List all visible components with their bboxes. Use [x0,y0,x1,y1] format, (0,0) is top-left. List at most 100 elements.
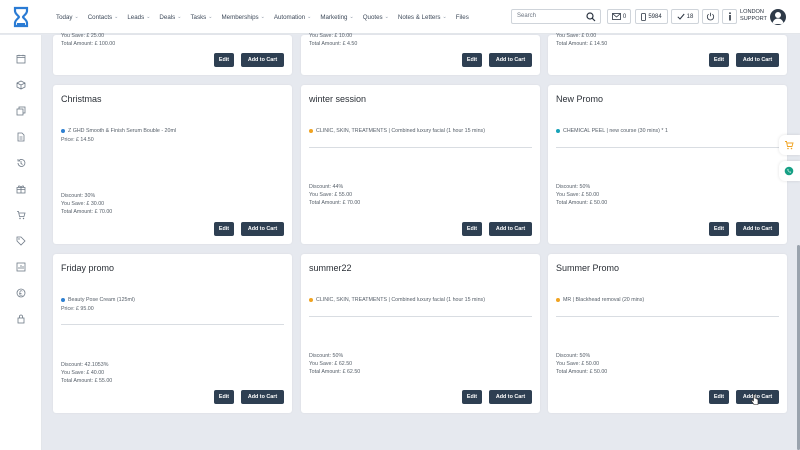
discount-text: Discount: 50% [309,353,344,359]
chevron-down-icon: ⌄ [177,14,182,20]
cart-icon[interactable] [16,210,26,220]
chevron-down-icon: ⌄ [260,14,265,20]
promo-card: You Save: £ 10.00 Total Amount: £ 4.50 E… [301,33,540,75]
price-text: Price: £ 95.00 [61,306,94,312]
user-icon [772,12,784,24]
nav-marketing[interactable]: Marketing ⌄ [320,14,353,21]
discount-text: Discount: 30% [61,193,96,199]
edit-button[interactable]: Edit [709,390,729,404]
edit-button[interactable]: Edit [214,53,234,67]
avatar[interactable] [770,9,786,25]
pound-coin-icon[interactable] [16,288,26,298]
nav-notes-letters[interactable]: Notes & Letters ⌄ [398,14,447,21]
edit-button[interactable]: Edit [462,53,482,67]
nav-automation[interactable]: Automation ⌄ [274,14,312,21]
chevron-down-icon: ⌄ [114,14,119,20]
chevron-down-icon: ⌄ [208,14,213,20]
nav-contacts[interactable]: Contacts ⌄ [88,14,119,21]
promo-card: You Save: £ 0.00 Total Amount: £ 14.50 E… [548,33,787,75]
box-icon[interactable] [16,80,26,90]
add-to-cart-button[interactable]: Add to Cart [489,53,532,67]
nav-today[interactable]: Today ⌄ [56,14,79,21]
promo-card-summer-promo: Summer Promo MR | Blackhead removal (20 … [548,254,787,413]
status-dot [61,298,65,302]
sidebar [0,35,42,450]
you-save-text: You Save: £ 55.00 [309,192,353,198]
info-button[interactable] [722,9,737,24]
nav-deals[interactable]: Deals ⌄ [159,14,181,21]
divider [309,147,532,148]
messages-button[interactable]: 0 [607,9,631,24]
chevron-down-icon: ⌄ [349,14,354,20]
promo-item: MR | Blackhead removal (20 mins) [556,297,644,303]
gift-icon[interactable] [16,184,26,194]
edit-button[interactable]: Edit [462,222,482,236]
total-amount-text: Total Amount: £ 4.50 [309,41,358,47]
you-save-text: You Save: £ 40.00 [61,370,105,376]
you-save-text: You Save: £ 25.00 [61,33,105,39]
nav-leads[interactable]: Leads ⌄ [127,14,150,21]
divider [61,324,284,325]
promo-card: You Save: £ 25.00 Total Amount: £ 100.00… [53,33,292,75]
sms-count: 5984 [648,13,662,20]
chevron-down-icon: ⌄ [384,14,389,20]
hourglass-logo-icon[interactable] [9,5,33,29]
lock-icon[interactable] [16,314,26,324]
document-icon[interactable] [16,132,26,142]
power-button[interactable] [702,9,719,24]
add-to-cart-button[interactable]: Add to Cart [489,390,532,404]
card-title: Friday promo [61,263,115,273]
user-name[interactable]: LONDON SUPPORT [740,9,767,23]
promo-card-christmas: Christmas Z GHD Smooth & Finish Serum Bo… [53,85,292,244]
chevron-down-icon: ⌄ [74,14,79,20]
edit-button[interactable]: Edit [709,53,729,67]
tasks-button[interactable]: 18 [671,9,699,24]
add-to-cart-button[interactable]: Add to Cart [736,53,779,67]
total-amount-text: Total Amount: £ 62.50 [309,369,361,375]
tag-icon[interactable] [16,236,26,246]
search-placeholder: Search [517,13,537,19]
edit-button[interactable]: Edit [462,390,482,404]
add-to-cart-button[interactable]: Add to Cart [241,390,284,404]
promo-card-summer22: summer22 CLINIC, SKIN, TREATMENTS | Comb… [301,254,540,413]
chevron-down-icon: ⌄ [146,14,151,20]
calendar-icon[interactable] [16,54,26,64]
you-save-text: You Save: £ 10.00 [309,33,353,39]
sms-button[interactable]: 5984 [635,9,668,24]
nav-quotes[interactable]: Quotes ⌄ [363,14,389,21]
discount-text: Discount: 50% [556,184,591,190]
cart-float-button[interactable] [779,135,800,155]
edit-button[interactable]: Edit [214,222,234,236]
edit-button[interactable]: Edit [214,390,234,404]
edit-button[interactable]: Edit [709,222,729,236]
power-icon [706,12,715,21]
you-save-text: You Save: £ 30.00 [61,201,105,207]
search-input[interactable]: Search [511,9,601,24]
add-to-cart-button[interactable]: Add to Cart [241,222,284,236]
search-icon[interactable] [586,12,596,22]
add-to-cart-button[interactable]: Add to Cart [489,222,532,236]
total-amount-text: Total Amount: £ 50.00 [556,369,608,375]
nav-tasks[interactable]: Tasks ⌄ [190,14,212,21]
total-amount-text: Total Amount: £ 100.00 [61,41,116,47]
divider [556,147,779,148]
envelope-icon [611,13,621,20]
promo-item: Beauty Pose Cream (125ml) [61,297,135,303]
status-dot [309,129,313,133]
add-to-cart-button[interactable]: Add to Cart [736,222,779,236]
add-to-cart-button[interactable]: Add to Cart [241,53,284,67]
status-dot [61,129,65,133]
whatsapp-float-button[interactable] [779,161,800,181]
chevron-down-icon: ⌄ [307,14,312,20]
divider [309,316,532,317]
nav-files[interactable]: Files [456,14,469,21]
history-icon[interactable] [16,158,26,168]
card-title: Christmas [61,94,102,104]
promo-card-winter-session: winter session CLINIC, SKIN, TREATMENTS … [301,85,540,244]
report-icon[interactable] [16,262,26,272]
info-icon [728,12,731,21]
status-dot [556,298,560,302]
copy-icon[interactable] [16,106,26,116]
promo-card-new-promo: New Promo CHEMICAL PEEL | new course (30… [548,85,787,244]
nav-memberships[interactable]: Memberships ⌄ [221,14,264,21]
